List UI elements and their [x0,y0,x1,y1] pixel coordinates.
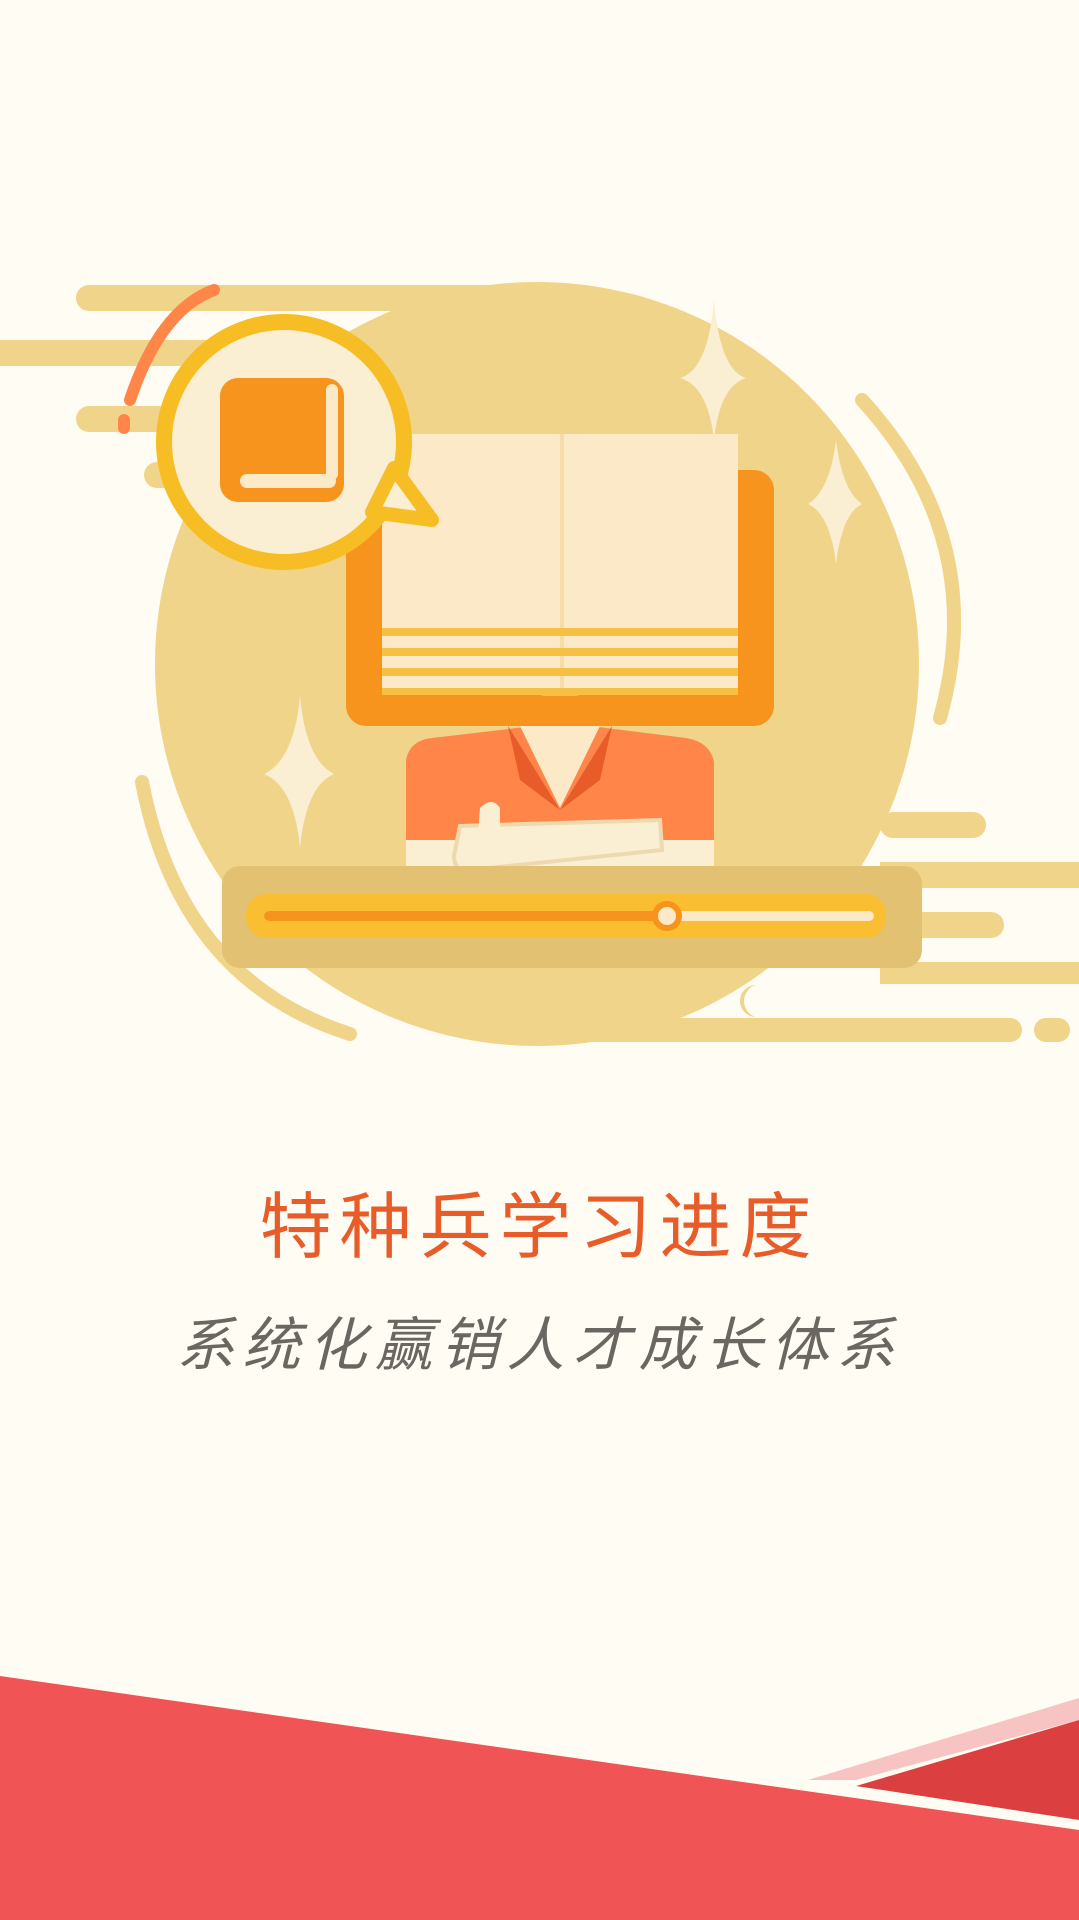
progress-knob [652,901,682,931]
hero-illustration [0,282,1079,1046]
page-title: 特种兵学习进度 [259,1185,820,1269]
page-subtitle: 系统化赢销人才成长体系 [176,1311,903,1379]
footer-decoration [0,1676,1079,1920]
progress-bar-fill [264,911,667,921]
open-book-illustration [346,434,774,726]
progress-tray [222,866,922,968]
